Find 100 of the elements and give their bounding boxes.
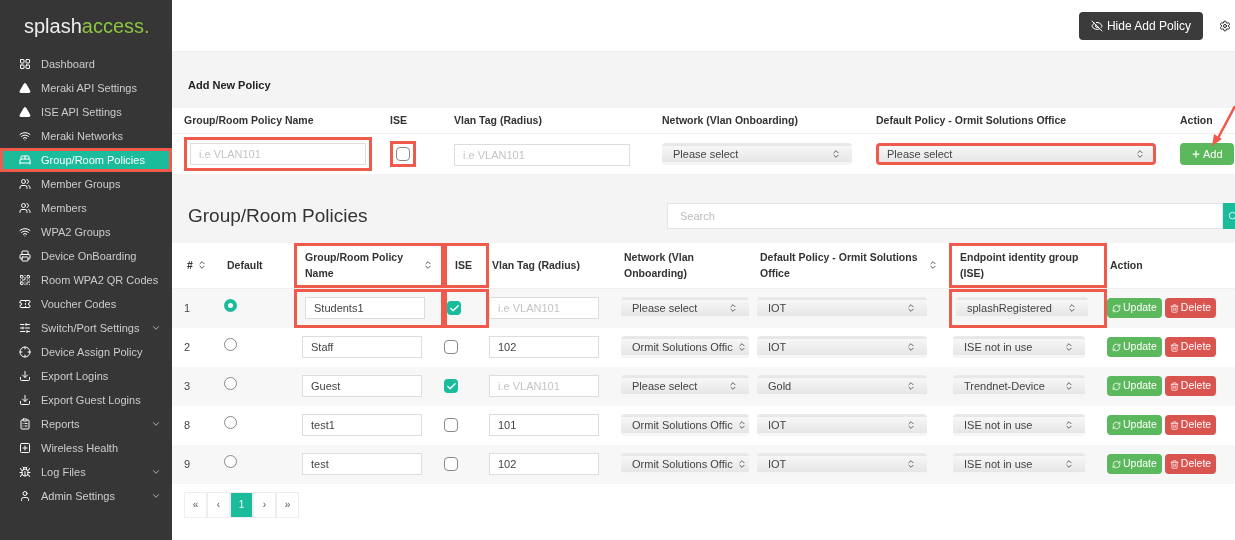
- select-field[interactable]: Ormit Solutions Offic: [621, 453, 749, 475]
- column-header: Network (Vlan Onboarding): [623, 250, 695, 281]
- column-header[interactable]: #: [184, 242, 224, 288]
- text-field[interactable]: Students1: [305, 297, 425, 319]
- page-link[interactable]: ›: [253, 491, 276, 518]
- plus-icon: [1191, 149, 1201, 159]
- select-field[interactable]: IOT: [757, 414, 927, 436]
- page-link[interactable]: ‹: [207, 491, 230, 518]
- checkbox[interactable]: [396, 146, 410, 161]
- wifi-icon: [19, 130, 31, 142]
- radio-button[interactable]: [224, 455, 237, 469]
- text-field[interactable]: 101: [489, 414, 599, 436]
- sidebar-item[interactable]: Meraki Networks: [0, 124, 172, 148]
- sidebar-item[interactable]: Log Files: [0, 460, 172, 484]
- up-down-icon: [906, 459, 916, 469]
- text-field[interactable]: i.e VLAN101: [489, 375, 599, 397]
- text-field[interactable]: i.e VLAN101: [489, 297, 599, 319]
- text-field[interactable]: 102: [489, 336, 599, 358]
- sidebar-item[interactable]: Members: [0, 196, 172, 220]
- sidebar-item[interactable]: Device OnBoarding: [0, 244, 172, 268]
- page-link[interactable]: »: [276, 491, 299, 518]
- sidebar-item[interactable]: Reports: [0, 412, 172, 436]
- column-header[interactable]: Group/Room Policy Name: [294, 242, 444, 288]
- text-field[interactable]: i.e VLAN101: [454, 144, 630, 166]
- sidebar-item[interactable]: Export Guest Logins: [0, 388, 172, 412]
- text-field[interactable]: i.e VLAN101: [190, 143, 366, 165]
- text-field[interactable]: test1: [302, 414, 422, 436]
- delete-button[interactable]: Delete: [1164, 298, 1217, 318]
- refresh-icon: [1112, 303, 1121, 313]
- up-down-icon: [736, 342, 747, 352]
- checkbox[interactable]: [447, 301, 461, 315]
- refresh-icon: [1112, 420, 1121, 430]
- delete-button[interactable]: Delete: [1164, 454, 1217, 474]
- sidebar-item[interactable]: Wireless Health: [0, 436, 172, 460]
- trash-icon: [1169, 303, 1179, 313]
- column-header: ISE: [444, 242, 489, 288]
- select-field[interactable]: ISE not in use: [953, 453, 1085, 475]
- row-number: 9: [184, 457, 191, 470]
- select-field[interactable]: Gold: [757, 375, 927, 397]
- sidebar-item[interactable]: Member Groups: [0, 172, 172, 196]
- select-field[interactable]: Ormit Solutions Offic: [621, 336, 749, 358]
- ticket-icon: [19, 298, 31, 310]
- sidebar-item[interactable]: Room WPA2 QR Codes: [0, 268, 172, 292]
- select-field[interactable]: IOT: [757, 297, 927, 319]
- text-field[interactable]: Guest: [302, 375, 422, 397]
- delete-button[interactable]: Delete: [1164, 376, 1217, 396]
- checkbox[interactable]: [444, 418, 458, 432]
- column-header: Endpoint identity group (ISE): [949, 242, 1107, 288]
- settings-icon[interactable]: [1219, 19, 1231, 32]
- up-down-icon: [906, 420, 916, 430]
- delete-button[interactable]: Delete: [1164, 337, 1217, 357]
- page-link[interactable]: «: [184, 491, 207, 518]
- section-title: Add New Policy: [188, 79, 271, 91]
- radio-button[interactable]: [224, 338, 237, 352]
- sidebar-item[interactable]: Dashboard: [0, 52, 172, 76]
- text-field[interactable]: 102: [489, 453, 599, 475]
- row-number: 8: [184, 418, 191, 431]
- select-field[interactable]: Please select: [621, 375, 749, 397]
- sidebar-item[interactable]: ISE API Settings: [0, 100, 172, 124]
- select-field[interactable]: Please select: [876, 143, 1156, 165]
- column-header[interactable]: Default Policy - Ormit Solutions Office: [757, 242, 949, 288]
- sidebar-item[interactable]: WPA2 Groups: [0, 220, 172, 244]
- select-field[interactable]: Please select: [662, 143, 852, 165]
- checkbox[interactable]: [444, 379, 458, 393]
- wifi-icon: [19, 226, 31, 238]
- radio-button[interactable]: [224, 299, 237, 313]
- select-field[interactable]: ISE not in use: [953, 336, 1085, 358]
- radio-button[interactable]: [224, 377, 237, 391]
- download-icon: [19, 370, 31, 382]
- column-header: Vlan Tag (Radius): [454, 112, 543, 128]
- qr-code-icon: [19, 274, 31, 286]
- download-icon: [19, 394, 31, 406]
- text-field[interactable]: Staff: [302, 336, 422, 358]
- search-icon: [1228, 211, 1235, 222]
- select-field[interactable]: IOT: [757, 336, 927, 358]
- search-field[interactable]: Search: [667, 203, 1223, 230]
- select-field[interactable]: Ormit Solutions Offic: [621, 414, 749, 436]
- sidebar-item[interactable]: Voucher Codes: [0, 292, 172, 316]
- sidebar-item[interactable]: Device Assign Policy: [0, 340, 172, 364]
- sort-icon: [423, 260, 433, 270]
- select-field[interactable]: Trendnet-Device: [953, 375, 1085, 397]
- checkbox[interactable]: [444, 457, 458, 471]
- sidebar-item[interactable]: Switch/Port Settings: [0, 316, 172, 340]
- text-field[interactable]: test: [302, 453, 422, 475]
- select-field[interactable]: Please select: [621, 297, 749, 319]
- printer-icon: [19, 250, 31, 262]
- radio-button[interactable]: [224, 416, 237, 430]
- up-down-icon: [1135, 149, 1145, 159]
- select-field[interactable]: splashRegistered: [956, 297, 1088, 319]
- sidebar-item[interactable]: Export Logins: [0, 364, 172, 388]
- plus-icon: [19, 442, 31, 454]
- select-field[interactable]: ISE not in use: [953, 414, 1085, 436]
- hide-add-policy-button[interactable]: Hide Add Policy: [1078, 11, 1203, 40]
- column-header: Network (Vlan Onboarding): [662, 112, 799, 128]
- checkbox[interactable]: [444, 340, 458, 354]
- triangle-icon: [19, 82, 31, 94]
- sidebar-item[interactable]: Meraki API Settings: [0, 76, 172, 100]
- sidebar-item[interactable]: Admin Settings: [0, 484, 172, 508]
- select-field[interactable]: IOT: [757, 453, 927, 475]
- delete-button[interactable]: Delete: [1164, 415, 1217, 435]
